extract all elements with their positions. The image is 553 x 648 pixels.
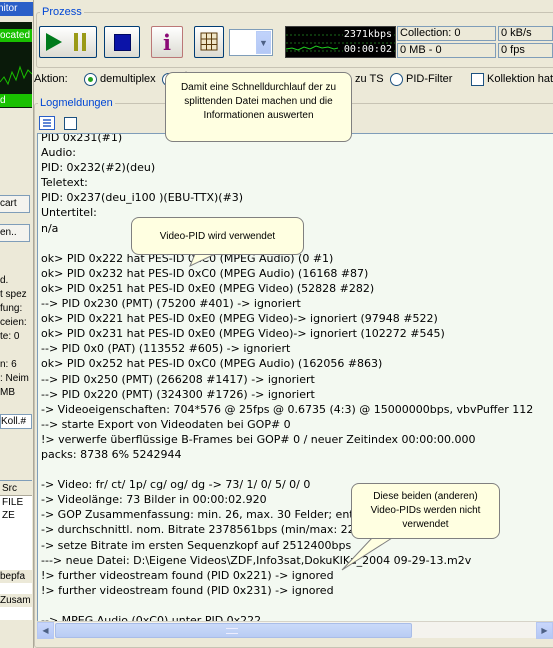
video-pid-callout: Video-PID wird verwendet bbox=[131, 217, 304, 255]
info-tooltip-callout: Damit eine Schnelldurchlauf der zu split… bbox=[165, 72, 352, 142]
other-pids-callout: Diese beiden (anderen) Video-PIDs werden… bbox=[351, 483, 500, 539]
